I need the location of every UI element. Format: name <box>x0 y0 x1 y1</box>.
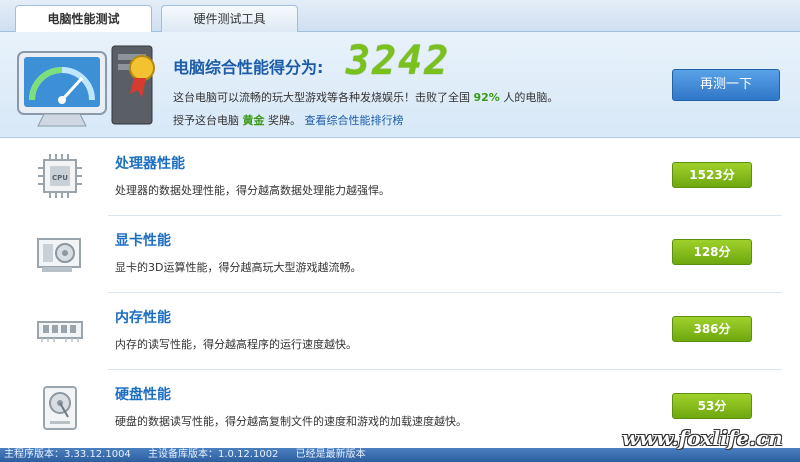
graphics-card-icon <box>37 238 81 272</box>
beat-percent: 92% <box>473 91 500 104</box>
status-bar: 主程序版本：3.33.12.1004 主设备库版本：1.0.12.1002 已经… <box>0 448 800 462</box>
site-watermark: www.foxlife.cn <box>622 426 783 450</box>
list-item-cpu: CPU 处理器性能 处理器的数据处理性能，得分越高数据处理能力越强悍。 1523… <box>0 139 800 216</box>
medal-grade: 黄金 <box>242 114 265 127</box>
item-score-badge: 1523分 <box>672 162 752 188</box>
item-title: 硬盘性能 <box>115 387 171 403</box>
score-desc-prefix: 这台电脑可以流畅的玩大型游戏等各种发烧娱乐！击败了全国 <box>173 91 470 104</box>
update-status: 已经是最新版本 <box>295 449 366 460</box>
memory-icon <box>37 321 83 342</box>
award-prefix: 授予这台电脑 <box>173 114 239 127</box>
speedometer-icon <box>17 45 155 127</box>
main-program-version: 主程序版本：3.33.12.1004 <box>4 449 131 460</box>
item-description: 处理器的数据处理性能，得分越高数据处理能力越强悍。 <box>115 184 390 197</box>
benchmark-window: 电脑性能测试 硬件测试工具 电脑综合性能得分为: 3242 这台电脑可以流畅的玩… <box>0 0 800 448</box>
ranking-link[interactable]: 查看综合性能排行榜 <box>305 114 404 127</box>
item-score-badge: 386分 <box>672 316 752 342</box>
item-score-badge: 128分 <box>672 239 752 265</box>
tab-hardware-test-tools[interactable]: 硬件测试工具 <box>161 5 298 32</box>
item-description: 内存的读写性能，得分越高程序的运行速度越快。 <box>115 338 357 351</box>
list-item-graphics: 显卡性能 显卡的3D运算性能，得分越高玩大型游戏越流畅。 128分 <box>0 216 800 293</box>
item-description: 显卡的3D运算性能，得分越高玩大型游戏越流畅。 <box>115 261 362 274</box>
score-label: 电脑综合性能得分为: <box>173 58 324 77</box>
item-title: 显卡性能 <box>115 233 171 249</box>
award-line: 授予这台电脑 黄金 奖牌。 查看综合性能排行榜 <box>173 112 404 128</box>
score-description: 这台电脑可以流畅的玩大型游戏等各种发烧娱乐！击败了全国 92% 人的电脑。 <box>173 89 558 105</box>
item-score-badge: 53分 <box>672 393 752 419</box>
item-title: 处理器性能 <box>115 156 185 172</box>
svg-text:CPU: CPU <box>52 174 68 182</box>
overall-score: 3242 <box>346 38 451 84</box>
tab-pc-performance-test[interactable]: 电脑性能测试 <box>15 5 152 33</box>
item-description: 硬盘的数据读写性能，得分越高复制文件的速度和游戏的加载速度越快。 <box>115 415 467 428</box>
cpu-icon: CPU <box>38 154 82 198</box>
component-score-list: CPU 处理器性能 处理器的数据处理性能，得分越高数据处理能力越强悍。 1523… <box>0 139 800 448</box>
award-suffix: 奖牌。 <box>268 114 301 127</box>
hard-disk-icon <box>43 386 77 430</box>
score-desc-suffix: 人的电脑。 <box>503 91 559 104</box>
device-db-version: 主设备库版本：1.0.12.1002 <box>147 449 279 460</box>
retest-button[interactable]: 再测一下 <box>672 69 780 101</box>
score-banner: 电脑综合性能得分为: 3242 这台电脑可以流畅的玩大型游戏等各种发烧娱乐！击败… <box>0 32 800 138</box>
list-item-memory: 内存性能 内存的读写性能，得分越高程序的运行速度越快。 386分 <box>0 293 800 370</box>
item-title: 内存性能 <box>115 310 171 326</box>
tab-bar: 电脑性能测试 硬件测试工具 <box>0 0 800 33</box>
